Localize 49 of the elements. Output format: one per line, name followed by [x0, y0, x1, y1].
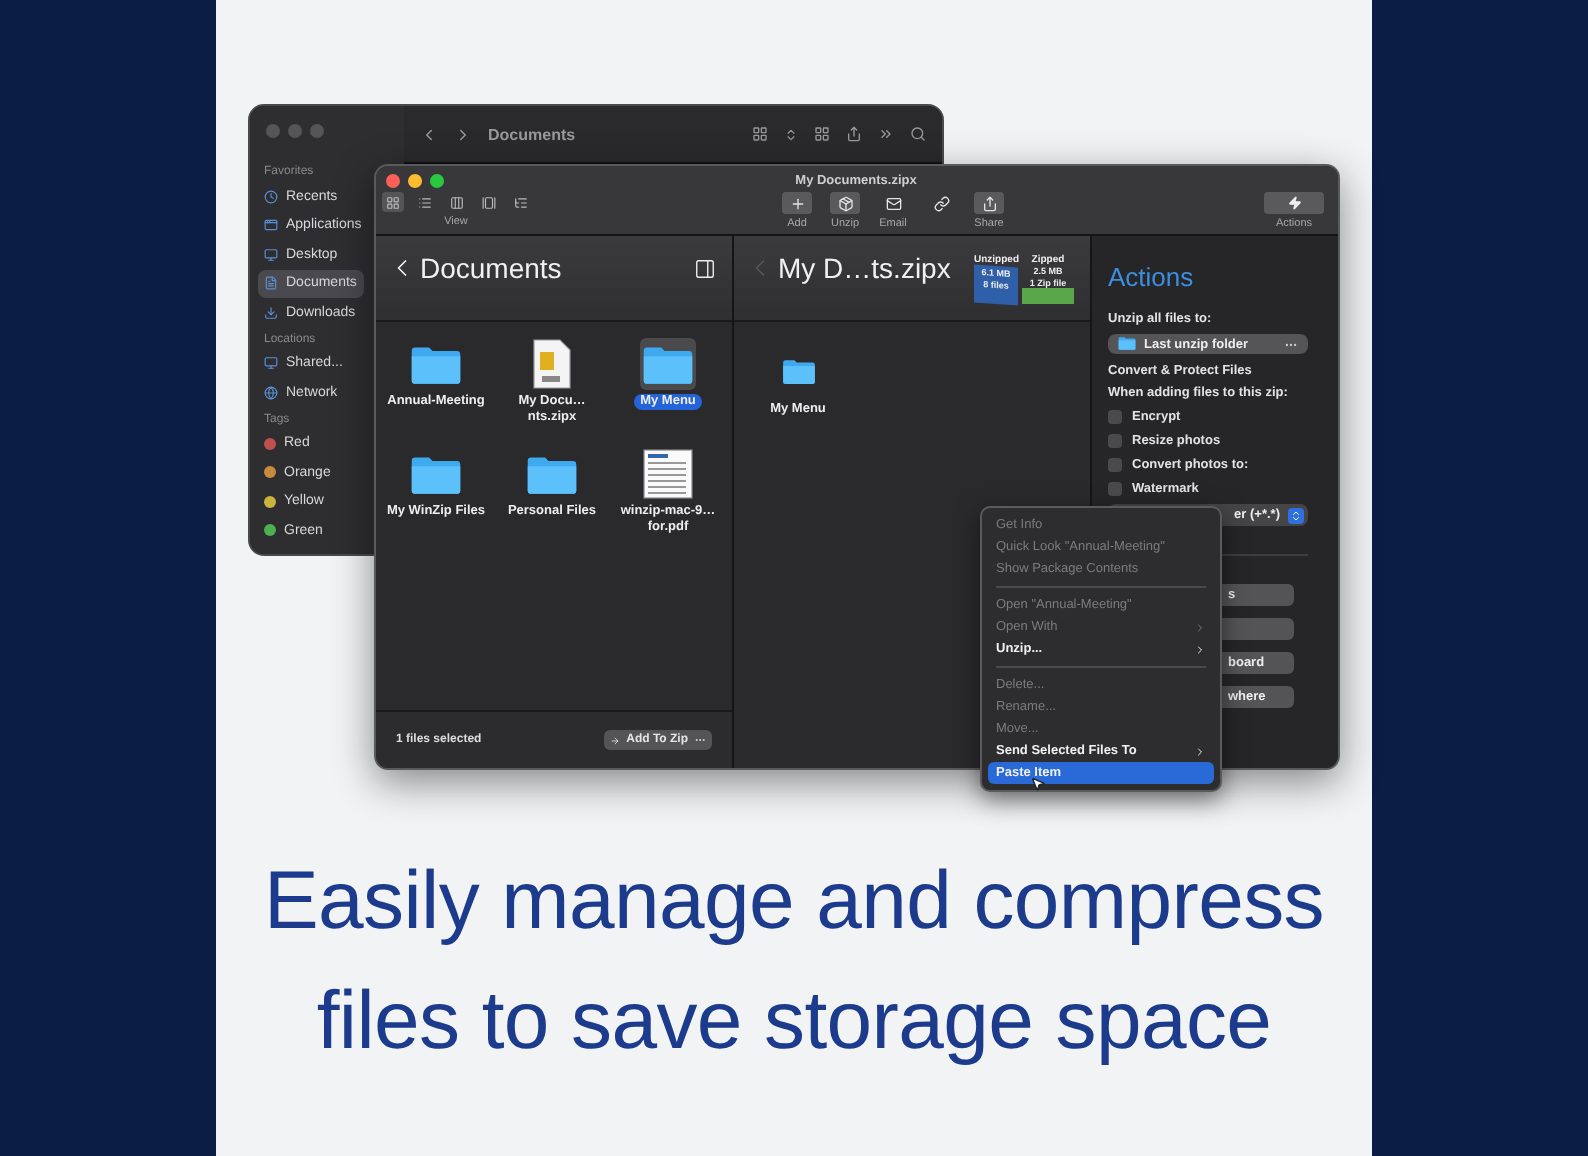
close-icon[interactable] — [386, 173, 400, 187]
actions-title: Actions — [1108, 262, 1196, 292]
clock-icon — [264, 189, 278, 204]
document-icon — [264, 276, 278, 291]
monitor-icon — [264, 247, 278, 262]
forward-icon[interactable] — [454, 125, 472, 143]
file-icon-tile[interactable] — [640, 448, 696, 500]
folder-icon — [410, 453, 462, 495]
checkbox[interactable] — [1108, 481, 1122, 495]
actions-button[interactable] — [1264, 192, 1324, 214]
document-thumbnail-icon — [642, 448, 694, 500]
outline-view-icon[interactable] — [509, 192, 531, 212]
lightning-icon — [1287, 196, 1301, 210]
checkbox[interactable] — [1108, 457, 1122, 471]
search-icon[interactable] — [910, 126, 926, 142]
share-icon[interactable] — [846, 126, 862, 142]
share-icon[interactable] — [974, 192, 1004, 214]
checkbox[interactable] — [1108, 433, 1122, 447]
box-icon[interactable] — [830, 192, 860, 214]
column-view-icon[interactable] — [445, 192, 467, 212]
gallery-view-icon[interactable] — [477, 192, 499, 212]
monitor-icon — [264, 356, 278, 371]
folder-icon — [642, 343, 694, 385]
zipped-size-bar — [1022, 287, 1074, 303]
zip-title: My D…ts.zipx — [778, 252, 951, 284]
folder-icon — [526, 453, 578, 495]
download-icon — [264, 305, 278, 320]
app-icon — [264, 218, 278, 233]
window-title: Documents — [488, 125, 578, 143]
back-icon[interactable] — [420, 125, 438, 143]
file-icon-tile[interactable] — [640, 338, 696, 390]
zoom-icon[interactable] — [430, 173, 444, 187]
more-icon[interactable] — [878, 126, 894, 142]
globe-icon — [264, 385, 278, 400]
folder-icon — [410, 343, 462, 385]
arrow-icon — [610, 735, 621, 745]
headline: Easily manage and compress files to save storage space — [261, 852, 1327, 1070]
folder-title: Documents — [420, 252, 564, 284]
zip-file-icon — [532, 338, 572, 390]
grid-view-icon[interactable] — [381, 192, 403, 212]
chevrons-icon[interactable] — [784, 127, 798, 141]
pointer-cursor-icon — [1030, 776, 1046, 792]
checkbox[interactable] — [1108, 409, 1122, 423]
plus-icon[interactable] — [782, 192, 812, 214]
sidebar-toggle-icon[interactable] — [694, 257, 716, 279]
grid-view-icon[interactable] — [752, 126, 768, 142]
minimize-icon[interactable] — [408, 173, 422, 187]
folder-icon — [1118, 336, 1136, 352]
folder-drawing — [781, 358, 815, 386]
